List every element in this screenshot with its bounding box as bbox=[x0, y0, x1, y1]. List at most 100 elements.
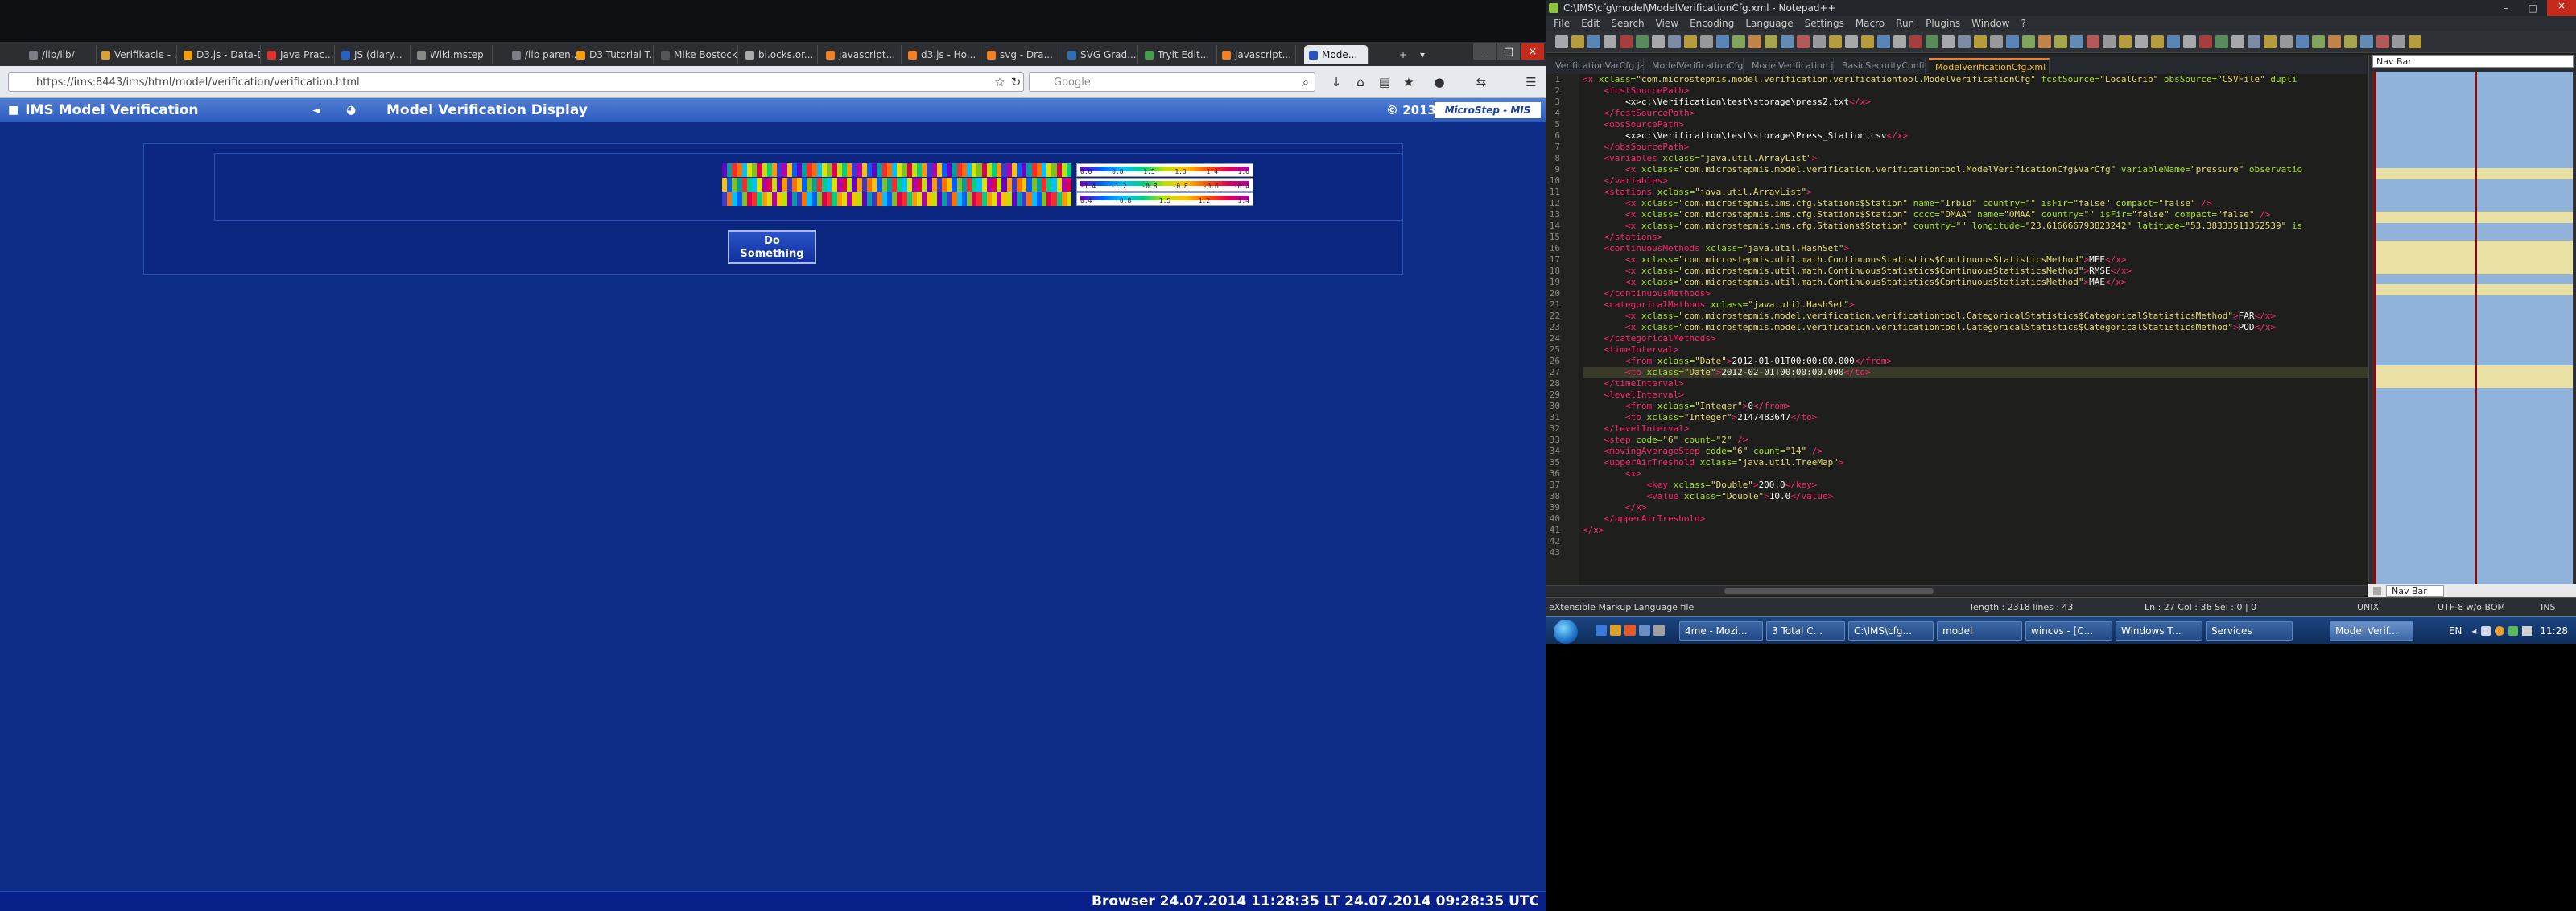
collapse-arrow-icon[interactable]: ◄ bbox=[312, 105, 320, 117]
scroll-thumb[interactable] bbox=[1724, 588, 1934, 594]
toolbar-icon[interactable] bbox=[1620, 35, 1633, 48]
close-icon[interactable]: × bbox=[1521, 43, 1544, 60]
toolbar-icon[interactable] bbox=[2248, 35, 2260, 48]
taskbar-item[interactable]: Services bbox=[2206, 621, 2293, 641]
browser-tab[interactable]: Mode... bbox=[1304, 45, 1368, 64]
quicklaunch-app-icon[interactable] bbox=[1653, 625, 1665, 636]
tray-app-icon[interactable] bbox=[2495, 626, 2505, 636]
toolbar-icon[interactable] bbox=[2376, 35, 2389, 48]
horizontal-scrollbar[interactable] bbox=[1546, 585, 2367, 596]
file-tab[interactable]: VerificationVarCfg.java bbox=[1549, 58, 1644, 74]
language-indicator[interactable]: EN bbox=[2449, 625, 2462, 637]
tray-expand-icon[interactable]: ◂ bbox=[2471, 625, 2476, 637]
minimize-icon[interactable]: – bbox=[1473, 43, 1496, 60]
toolbar-icon[interactable] bbox=[2409, 35, 2421, 48]
toolbar-icon[interactable] bbox=[1974, 35, 1987, 48]
menu-icon[interactable]: ☰ bbox=[1523, 74, 1539, 90]
menu-item[interactable]: Search bbox=[1611, 18, 1644, 29]
code-editor[interactable]: <x xclass="com.microstepmis.model.verifi… bbox=[1583, 74, 2372, 585]
bookmark-star-icon[interactable]: ☆ bbox=[992, 74, 1008, 90]
home-icon[interactable]: ⌂ bbox=[1352, 74, 1368, 90]
quicklaunch-folder-icon[interactable] bbox=[1610, 625, 1621, 636]
toolbar-icon[interactable] bbox=[2038, 35, 2051, 48]
toolbar-icon[interactable] bbox=[1781, 35, 1794, 48]
toolbar-icon[interactable] bbox=[2070, 35, 2083, 48]
clock[interactable]: 11:28 bbox=[2540, 625, 2568, 637]
toolbar-icon[interactable] bbox=[1942, 35, 1955, 48]
browser-tab[interactable]: SVG Grad... bbox=[1063, 45, 1138, 64]
toolbar-icon[interactable] bbox=[2151, 35, 2164, 48]
toolbar-icon[interactable] bbox=[1845, 35, 1858, 48]
toolbar-icon[interactable] bbox=[2312, 35, 2325, 48]
toolbar-icon[interactable] bbox=[1636, 35, 1649, 48]
menu-item[interactable]: Run bbox=[1896, 18, 1914, 29]
maximize-icon[interactable]: □ bbox=[2529, 2, 2537, 14]
reload-icon[interactable]: ↻ bbox=[1008, 74, 1024, 90]
toolbar-icon[interactable] bbox=[1587, 35, 1600, 48]
file-tab[interactable]: BasicSecurityConfig.xml bbox=[1835, 58, 1926, 74]
new-tab-button[interactable]: + bbox=[1394, 45, 1414, 64]
minimize-icon[interactable]: – bbox=[2504, 2, 2508, 14]
toolbar-icon[interactable] bbox=[1748, 35, 1761, 48]
toolbar-icon[interactable] bbox=[2022, 35, 2035, 48]
bookmarks-icon[interactable]: ★ bbox=[1401, 74, 1417, 90]
toolbar-icon[interactable] bbox=[1555, 35, 1568, 48]
tray-network-icon[interactable] bbox=[2481, 626, 2491, 636]
search-icon[interactable]: ⌕ bbox=[1298, 74, 1314, 90]
toolbar-icon[interactable] bbox=[1668, 35, 1681, 48]
toolbar-icon[interactable] bbox=[1958, 35, 1971, 48]
refresh-globe-icon[interactable]: ◕ bbox=[346, 104, 356, 117]
toolbar-icon[interactable] bbox=[2280, 35, 2293, 48]
toolbar-icon[interactable] bbox=[2215, 35, 2228, 48]
toolbar-icon[interactable] bbox=[2167, 35, 2180, 48]
search-input[interactable]: Google bbox=[1029, 72, 1315, 92]
library-icon[interactable]: ▤ bbox=[1377, 74, 1393, 90]
toolbar-icon[interactable] bbox=[2392, 35, 2405, 48]
quicklaunch-firefox-icon[interactable] bbox=[1624, 625, 1636, 636]
taskbar-item[interactable]: 4me - Mozi... bbox=[1679, 621, 1763, 641]
toolbar-icon[interactable] bbox=[1926, 35, 1938, 48]
toolbar-icon[interactable] bbox=[2006, 35, 2019, 48]
taskbar-item[interactable]: Windows T... bbox=[2116, 621, 2202, 641]
browser-tab[interactable]: javascript... bbox=[821, 45, 902, 64]
tray-volume-icon[interactable] bbox=[2522, 626, 2533, 636]
download-icon[interactable]: ↓ bbox=[1328, 74, 1344, 90]
browser-tab[interactable]: Tryit Edit... bbox=[1140, 45, 1217, 64]
toolbar-icon[interactable] bbox=[1652, 35, 1665, 48]
toolbar-icon[interactable] bbox=[1909, 35, 1922, 48]
toolbar-icon[interactable] bbox=[2231, 35, 2244, 48]
browser-tab[interactable]: D3 Tutorial T... bbox=[572, 45, 654, 64]
toolbar-icon[interactable] bbox=[1990, 35, 2003, 48]
document-map[interactable] bbox=[2372, 71, 2574, 634]
toolbar-icon[interactable] bbox=[1797, 35, 1810, 48]
file-tab[interactable]: ModelVerificationCfg.java bbox=[1645, 58, 1744, 74]
browser-tab[interactable]: Mike Bostock bbox=[656, 45, 738, 64]
taskbar-item[interactable]: Model Verif... bbox=[2330, 621, 2413, 641]
toolbar-icon[interactable] bbox=[2183, 35, 2196, 48]
taskbar-item[interactable]: C:\IMS\cfg... bbox=[1848, 621, 1934, 641]
toolbar-icon[interactable] bbox=[2199, 35, 2212, 48]
tab-list-arrow-icon[interactable]: ▾ bbox=[1415, 45, 1431, 64]
browser-tab[interactable]: Verifikacie - ... bbox=[97, 45, 177, 64]
browser-tab[interactable]: d3.js - Ho... bbox=[903, 45, 980, 64]
menu-item[interactable]: Language bbox=[1745, 18, 1793, 29]
menu-item[interactable]: Encoding bbox=[1690, 18, 1734, 29]
menu-item[interactable]: File bbox=[1554, 18, 1570, 29]
taskbar-item[interactable]: wincvs - [C... bbox=[2025, 621, 2112, 641]
browser-tab[interactable]: Java Prac... bbox=[262, 45, 335, 64]
toolbar-icon[interactable] bbox=[1684, 35, 1697, 48]
url-bar[interactable]: https://ims:8443/ims/html/model/verifica… bbox=[8, 72, 1024, 92]
browser-tab[interactable]: D3.js - Data-D... bbox=[179, 45, 261, 64]
tray-security-icon[interactable] bbox=[2508, 626, 2519, 636]
toolbar-icon[interactable] bbox=[1765, 35, 1777, 48]
app-menu-icon[interactable]: ■ bbox=[8, 104, 19, 117]
toolbar-icon[interactable] bbox=[2344, 35, 2357, 48]
browser-tab[interactable]: JS (diary... bbox=[336, 45, 411, 64]
toolbar-icon[interactable] bbox=[1877, 35, 1890, 48]
browser-tab[interactable]: svg - Dra... bbox=[982, 45, 1059, 64]
toolbar-icon[interactable] bbox=[1813, 35, 1826, 48]
maximize-icon[interactable]: □ bbox=[1497, 43, 1520, 60]
start-button[interactable] bbox=[1554, 620, 1578, 644]
toolbar-icon[interactable] bbox=[1732, 35, 1745, 48]
file-tab[interactable]: ModelVerificationCfg.xml bbox=[1929, 58, 2050, 74]
